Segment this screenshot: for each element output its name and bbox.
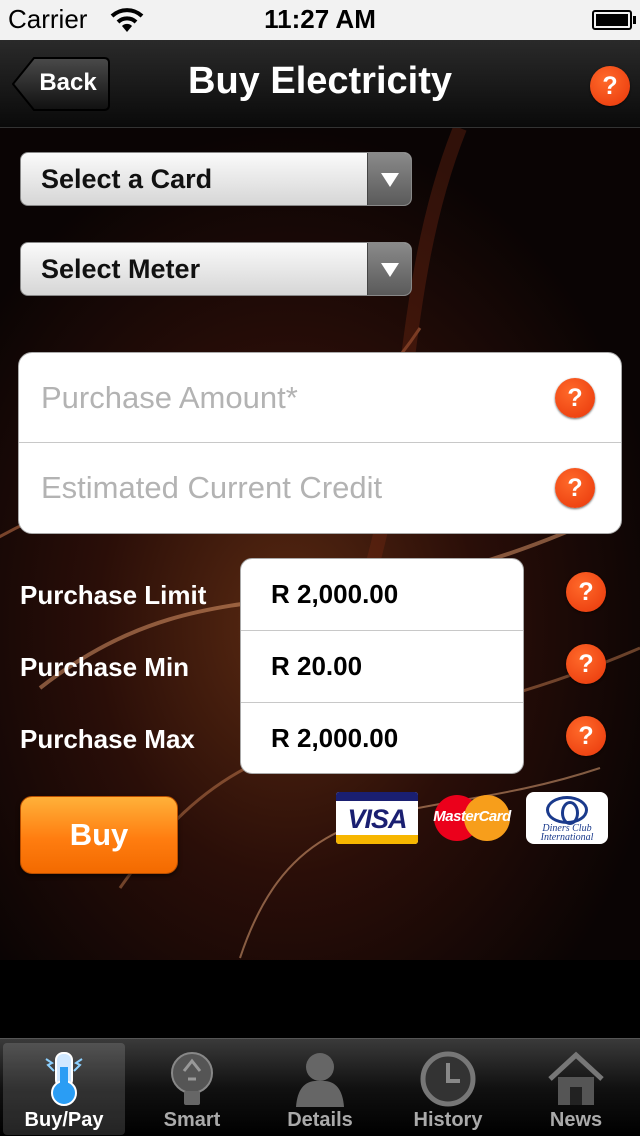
battery-icon [592,10,636,30]
tab-buy-pay[interactable]: Buy/Pay [3,1043,125,1135]
status-bar: Carrier 11:27 AM [0,0,640,40]
tab-history[interactable]: History [387,1043,509,1135]
buy-form: Select a Card Select Meter Purchase Amou… [0,128,640,960]
visa-logo: VISA [336,792,418,844]
value-text: R 2,000.00 [271,723,399,753]
purchase-limit-value: R 2,000.00 [241,559,523,631]
help-icon[interactable]: ? [566,572,606,612]
tab-news[interactable]: News [515,1043,637,1135]
tab-bar: Buy/Pay Smart Details History News [0,1038,640,1136]
card-select[interactable]: Select a Card [20,152,412,206]
tab-label: News [549,1109,603,1131]
mastercard-logo: MasterCard [432,792,512,844]
meter-icon [45,1052,83,1106]
clock-icon [420,1051,476,1107]
tab-label: Details [287,1109,353,1131]
chevron-down-icon [367,153,411,205]
tab-label: Smart [163,1109,221,1131]
status-time: 11:27 AM [264,4,376,34]
value-text: R 2,000.00 [271,579,399,609]
purchase-min-label: Purchase Min [20,652,190,682]
purchase-min-value: R 20.00 [241,631,523,703]
tab-label: History [413,1109,483,1131]
tab-smart[interactable]: Smart [131,1043,253,1135]
purchase-max-label: Purchase Max [20,724,195,754]
purchase-amount-placeholder: Purchase Amount* [41,380,298,415]
meter-select[interactable]: Select Meter [20,242,412,296]
help-icon[interactable]: ? [566,644,606,684]
diners-club-logo: Diners Club International [526,792,608,844]
value-text: R 20.00 [271,651,363,681]
amount-fields: Purchase Amount* Estimated Current Credi… [18,352,622,534]
card-select-label: Select a Card [41,164,213,194]
chevron-down-icon [367,243,411,295]
tab-label: Buy/Pay [24,1109,104,1131]
help-icon[interactable]: ? [590,66,630,106]
recycle-bulb-icon [171,1052,213,1105]
help-icon[interactable]: ? [555,468,595,508]
meter-select-label: Select Meter [41,254,201,284]
purchase-limit-label: Purchase Limit [20,580,207,610]
buy-button[interactable]: Buy [20,796,178,874]
estimated-credit-placeholder: Estimated Current Credit [41,470,383,505]
help-icon[interactable]: ? [555,378,595,418]
purchase-max-value: R 2,000.00 [241,703,523,775]
house-icon [548,1051,604,1105]
tab-details[interactable]: Details [259,1043,381,1135]
nav-bar: Back Buy Electricity ? [0,40,640,128]
page-title: Buy Electricity [188,60,452,102]
limits-table: R 2,000.00 R 20.00 R 2,000.00 [240,558,524,774]
person-icon [296,1053,344,1107]
purchase-amount-field[interactable]: Purchase Amount* [19,353,621,443]
estimated-credit-field[interactable]: Estimated Current Credit [19,443,621,533]
help-icon[interactable]: ? [566,716,606,756]
